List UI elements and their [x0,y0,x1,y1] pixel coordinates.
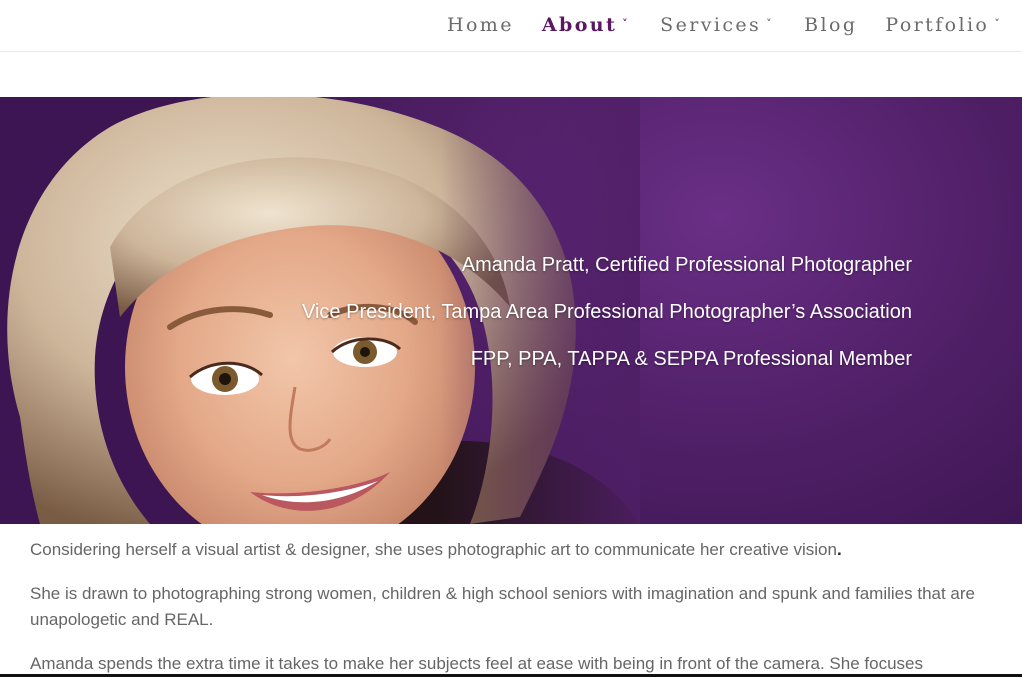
nav-item-label: About [541,14,618,36]
paragraph-period: . [836,540,842,559]
nav-item-label: Services [660,14,762,36]
chevron-down-icon: ˅ [622,16,628,30]
nav-item-home[interactable]: Home [447,14,514,36]
nav-item-services[interactable]: Services ˅ [660,14,776,36]
nav-item-portfolio[interactable]: Portfolio ˅ [885,14,1004,36]
chevron-down-icon: ˅ [766,16,772,30]
main-nav: Home About ˅ Services ˅ Blog Portfolio ˅ [447,14,1004,36]
hero-caption-title: Amanda Pratt, Certified Professional Pho… [461,254,912,276]
nav-item-label: Home [447,14,514,36]
hero-caption-memberships: FPP, PPA, TAPPA & SEPPA Professional Mem… [470,348,912,370]
nav-item-label: Blog [804,14,858,36]
nav-item-about[interactable]: About ˅ [542,14,632,36]
hero-captions: Amanda Pratt, Certified Professional Pho… [302,252,912,393]
nav-item-blog[interactable]: Blog [804,14,857,36]
about-paragraph: Considering herself a visual artist & de… [30,537,990,563]
about-paragraph: She is drawn to photographing strong wom… [30,584,975,629]
chevron-down-icon: ˅ [994,16,1000,30]
hero-banner: Amanda Pratt, Certified Professional Pho… [0,97,1022,524]
hero-caption-role: Vice President, Tampa Area Professional … [302,301,912,323]
site-header: Home About ˅ Services ˅ Blog Portfolio ˅ [0,0,1022,52]
paragraph-text: Considering herself a visual artist & de… [30,540,837,559]
about-content: Considering herself a visual artist & de… [30,537,990,677]
nav-item-label: Portfolio [885,14,990,36]
